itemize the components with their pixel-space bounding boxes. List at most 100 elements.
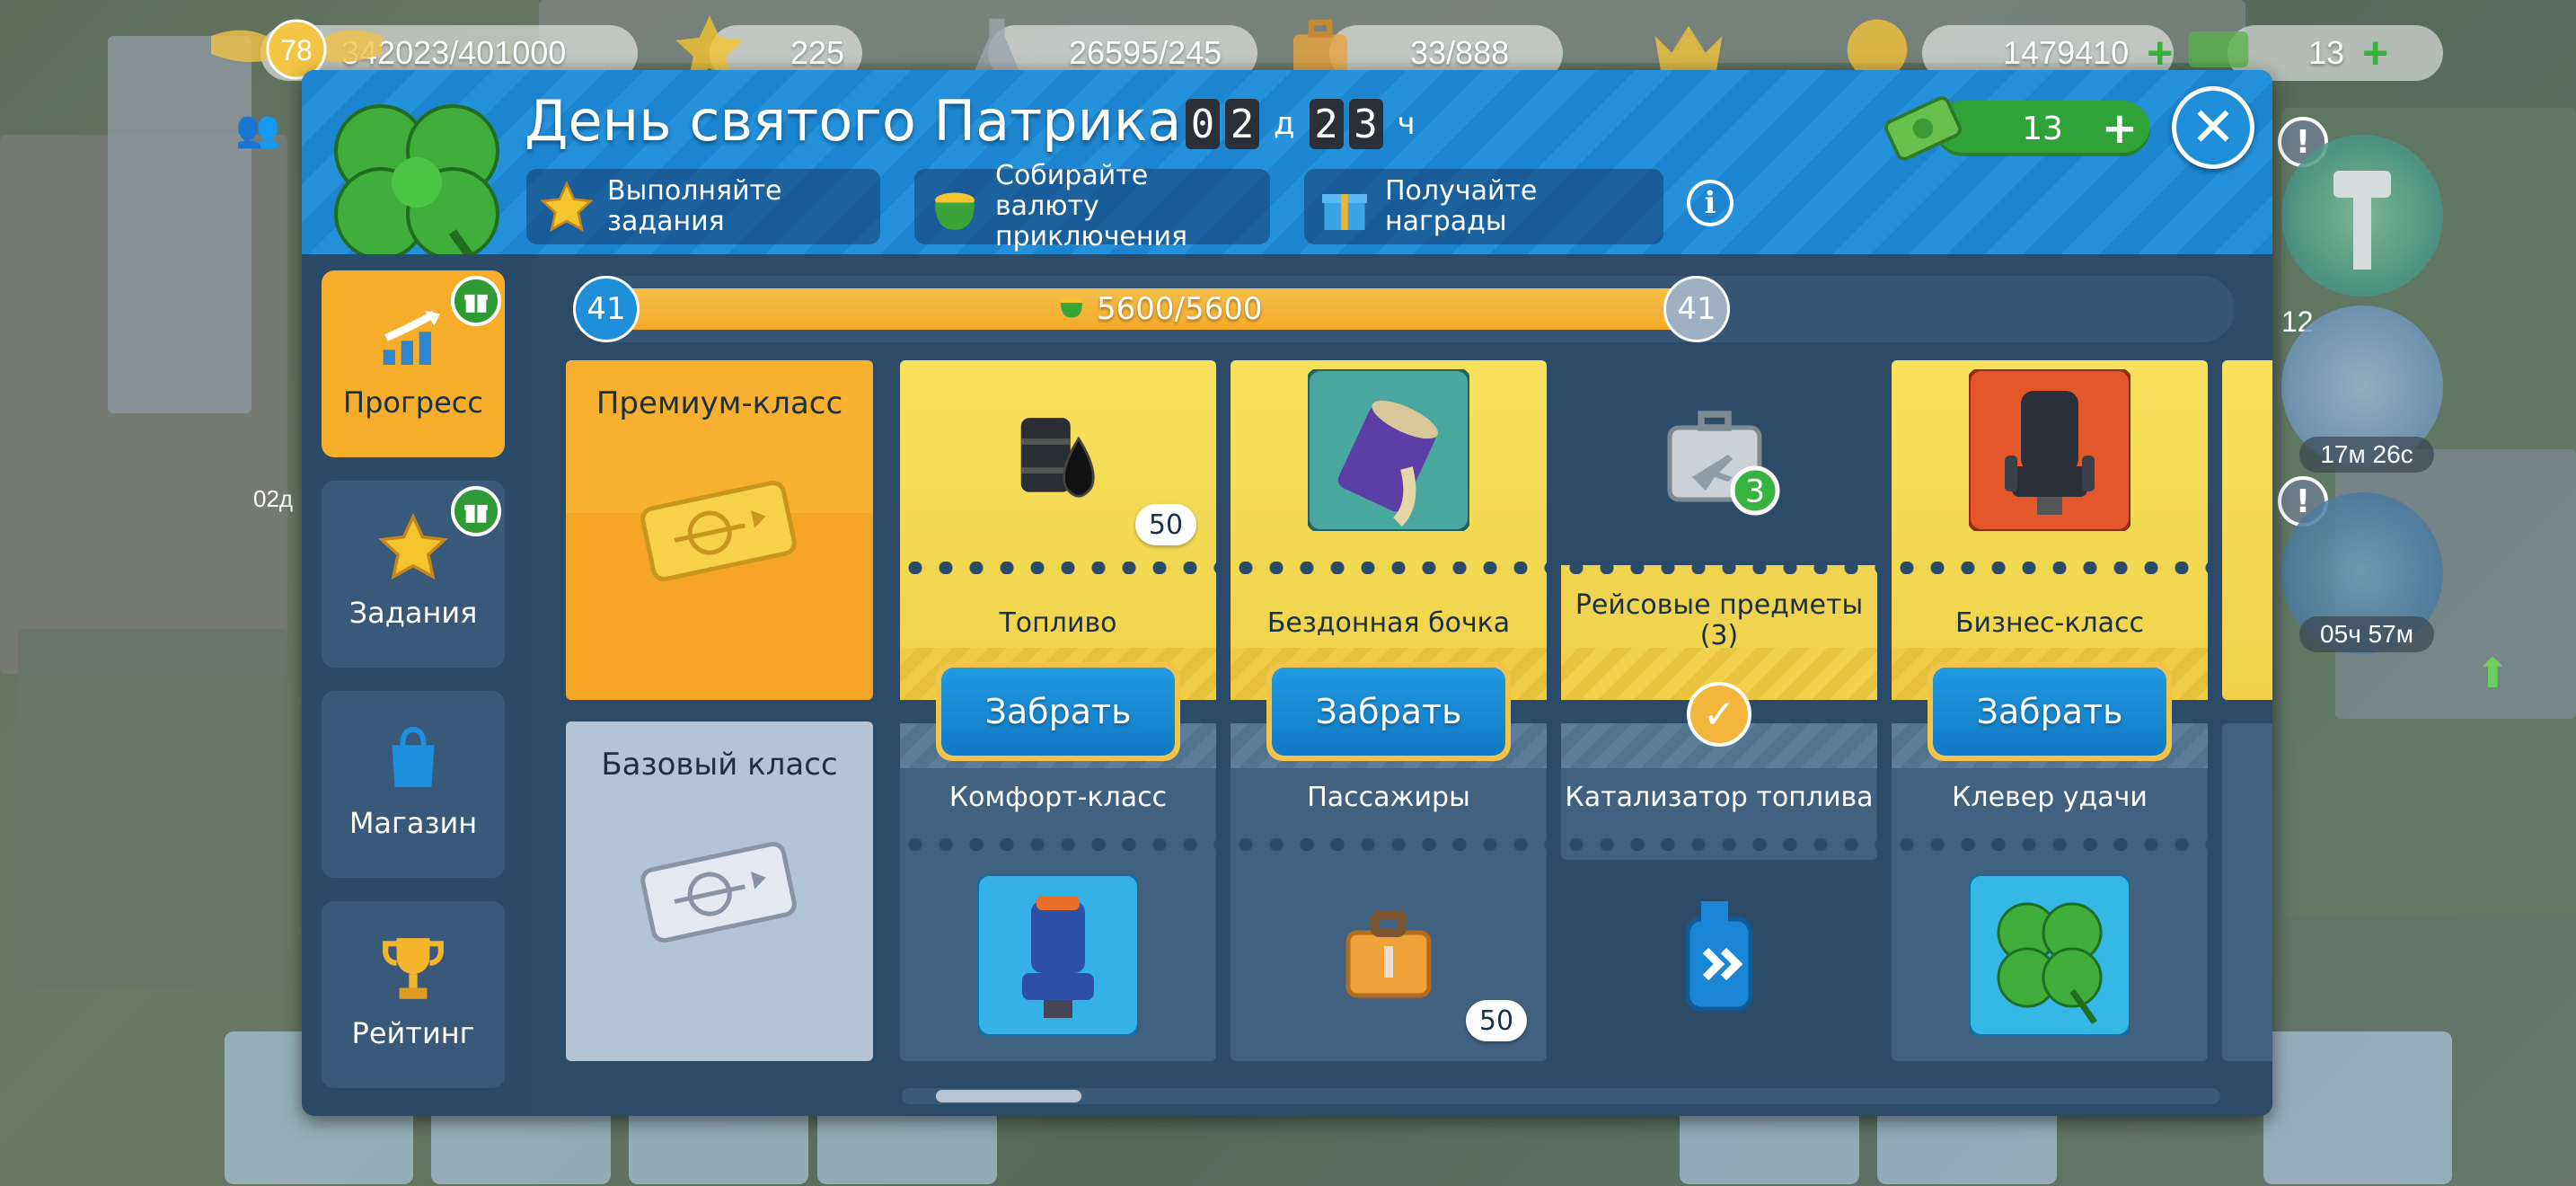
timer-digit: 2 — [1309, 99, 1344, 149]
nav-label: Рейтинг — [351, 1016, 475, 1050]
reward-name: Клевер удачи — [1952, 782, 2148, 813]
premium-reward-cell[interactable]: Бизнес-класс — [1892, 360, 2208, 700]
cash-value: 13 — [2308, 34, 2345, 71]
reward-name: Рейсовые предметы (3) — [1575, 589, 1864, 651]
basic-reward-cell[interactable]: Катализатор топлива — [1561, 723, 1877, 1061]
event-header: День святого Патрика 0 2 д 2 3 ч Выполня… — [302, 70, 2272, 276]
progress-value: 5600/5600 — [1097, 291, 1263, 327]
divider — [1231, 838, 1547, 851]
reward-quantity: 50 — [1466, 1000, 1527, 1041]
premium-reward-cell[interactable]: 50 Топливо — [900, 360, 1216, 700]
claim-label: Забрать — [1933, 668, 2166, 756]
fuel-barrel-icon — [977, 378, 1139, 540]
radar-timer: 17м 26с — [2299, 437, 2434, 473]
claimed-checkmark-icon: ✓ — [1687, 682, 1751, 747]
nav-label: Задания — [348, 596, 478, 630]
claim-label: Забрать — [941, 668, 1175, 756]
reward-name: Бизнес-класс — [1954, 607, 2145, 639]
comfort-seat-icon — [977, 874, 1139, 1036]
event-title: День святого Патрика — [525, 88, 1182, 154]
step-collect-currency: Собирайте валюту приключения — [914, 161, 1270, 252]
step-label: Выполняйте задания — [607, 175, 782, 237]
premium-reward-cell[interactable]: 3 Рейсовые предметы (3) — [1561, 360, 1877, 700]
stars-value: 225 — [790, 34, 845, 71]
premium-tier-label: Премиум-класс — [595, 385, 843, 421]
nav-label: Магазин — [348, 806, 478, 840]
basic-reward-cell[interactable]: Комфорт-класс — [900, 723, 1216, 1061]
reward-name: Топливо — [999, 607, 1117, 639]
nav-item-shop[interactable]: Магазин — [322, 691, 505, 878]
shopping-bag-icon — [373, 718, 454, 799]
claim-button[interactable]: Забрать — [936, 662, 1180, 761]
step-label: Получайте награды — [1385, 175, 1538, 237]
level-value: 78 — [280, 34, 313, 66]
fuel-canister-icon — [1638, 874, 1800, 1036]
horizontal-scrollbar[interactable] — [902, 1088, 2220, 1104]
event-modal: День святого Патрика 0 2 д 2 3 ч Выполня… — [302, 70, 2272, 1116]
premium-tier-card[interactable]: Премиум-класс — [566, 360, 873, 700]
trophy-icon — [373, 928, 454, 1009]
buy-cash-plus-icon[interactable]: + — [2362, 27, 2388, 79]
speed-timer: 05ч 57м — [2299, 616, 2434, 652]
divider — [1892, 562, 2208, 574]
claim-label: Забрать — [1272, 668, 1505, 756]
star-icon — [535, 176, 598, 239]
timer-digit: 2 — [1225, 99, 1259, 149]
premium-reward-cell[interactable] — [2222, 360, 2272, 700]
gift-badge-icon — [451, 276, 501, 326]
divider — [1561, 562, 1877, 574]
next-level-badge: 41 — [1663, 276, 1730, 342]
nav-item-tasks[interactable]: Задания — [322, 481, 505, 668]
reward-column: Бизнес-класс Клевер удачи Забрать — [1892, 360, 2208, 1061]
current-level-badge: 41 — [573, 276, 640, 342]
reward-name: Пассажиры — [1307, 782, 1470, 813]
pot-of-gold-icon — [923, 176, 986, 239]
star-icon — [373, 508, 454, 589]
top-hud: 342023/401000 78 225 26595/245 33/888 14… — [0, 0, 2576, 81]
divider — [1231, 562, 1547, 574]
scrollbar-thumb[interactable] — [936, 1090, 1081, 1102]
up-arrow-icon[interactable]: ⬆ — [2475, 649, 2520, 697]
progress-panel: 41 41 5600/5600 Премиум-класс Базовый кл… — [528, 254, 2272, 1116]
coins-value: 1479410 — [2003, 34, 2130, 71]
claim-button[interactable]: Забрать — [1266, 662, 1511, 761]
close-button[interactable]: ✕ — [2172, 86, 2254, 169]
event-currency-value: 13 — [2022, 110, 2063, 147]
fuel-value: 26595/245 — [1069, 34, 1222, 71]
divider — [1892, 838, 2208, 851]
basic-reward-cell[interactable]: Пассажиры 50 — [1231, 723, 1547, 1061]
divider — [900, 562, 1216, 574]
rewards-track[interactable]: 50 Топливо Комфорт-класс Забрать Бездонн… — [900, 360, 2272, 1061]
reward-column: Бездонная бочка Пассажиры 50 Забрать — [1231, 360, 1547, 1061]
step-get-rewards: Получайте награды — [1304, 169, 1663, 244]
nav-item-progress[interactable]: Прогресс — [322, 270, 505, 457]
claim-button[interactable]: Забрать — [1928, 662, 2172, 761]
event-nav: Прогресс Задания Магазин Рейтинг — [302, 254, 528, 1116]
people-icon: 👥 — [235, 109, 280, 150]
nav-item-rating[interactable]: Рейтинг — [322, 901, 505, 1088]
progress-counter: 5600/5600 — [1055, 288, 1263, 330]
reward-name: Катализатор топлива — [1565, 782, 1874, 813]
cash-icon — [1883, 88, 1963, 169]
info-button[interactable]: i — [1687, 180, 1734, 226]
basic-reward-cell[interactable]: Клевер удачи — [1892, 723, 2208, 1061]
suitcase-icon — [1308, 874, 1469, 1036]
event-currency-pill[interactable]: 13 + — [1935, 101, 2150, 156]
reward-quantity: 50 — [1135, 504, 1196, 545]
timer-days-unit: д — [1274, 106, 1295, 142]
clover-icon — [318, 79, 516, 277]
gift-badge-icon — [451, 486, 501, 536]
basic-reward-cell[interactable] — [2222, 723, 2272, 1061]
control-tower-button[interactable] — [2281, 135, 2443, 296]
buy-currency-plus-icon[interactable]: + — [2102, 103, 2138, 154]
timer-hours-unit: ч — [1397, 106, 1416, 142]
nav-label: Прогресс — [343, 385, 483, 420]
premium-reward-cell[interactable]: Бездонная бочка — [1231, 360, 1547, 700]
svg-text:3: 3 — [1745, 474, 1765, 510]
basic-tier-card[interactable]: Базовый класс — [566, 721, 873, 1061]
bottom-hangar-button[interactable] — [2263, 1031, 2452, 1184]
timer-digit: 3 — [1348, 99, 1383, 149]
passengers-value: 33/888 — [1410, 34, 1510, 71]
divider — [1561, 838, 1877, 851]
clover-icon — [1969, 874, 2130, 1036]
